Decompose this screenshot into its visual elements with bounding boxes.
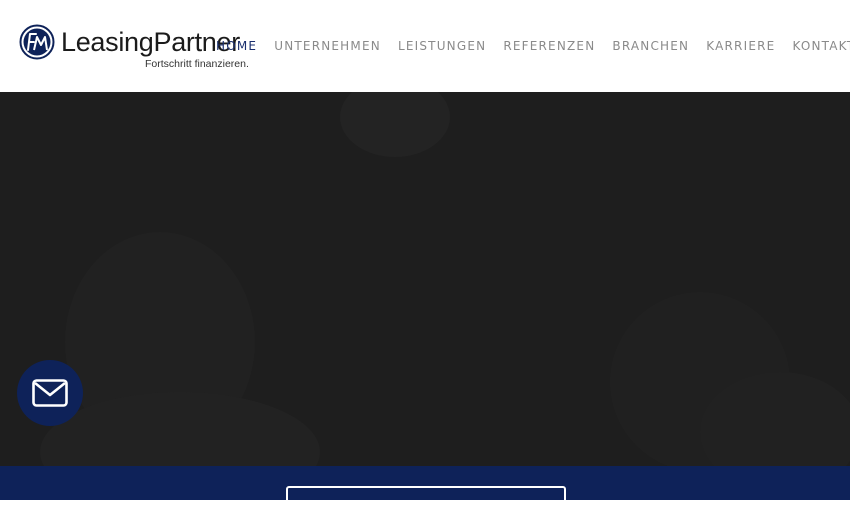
nav-item-branchen[interactable]: BRANCHEN bbox=[612, 39, 689, 53]
main-navigation: HOME UNTERNEHMEN LEISTUNGEN REFERENZEN B… bbox=[216, 38, 850, 54]
hero-section bbox=[0, 92, 850, 466]
nav-item-unternehmen[interactable]: UNTERNEHMEN bbox=[274, 39, 381, 53]
hero-background-image bbox=[0, 92, 850, 466]
logo-mark-icon bbox=[19, 24, 55, 60]
nav-item-karriere[interactable]: KARRIERE bbox=[706, 39, 775, 53]
nav-item-leistungen[interactable]: LEISTUNGEN bbox=[398, 39, 486, 53]
cta-button[interactable] bbox=[286, 486, 566, 520]
contact-mail-button[interactable] bbox=[17, 360, 83, 426]
brand-tagline: Fortschritt finanzieren. bbox=[145, 58, 249, 70]
brand-name: LeasingPartner bbox=[61, 27, 240, 57]
site-header: LeasingPartner Fortschritt finanzieren. … bbox=[0, 0, 850, 92]
nav-item-home[interactable]: HOME bbox=[216, 39, 257, 53]
nav-item-kontakt[interactable]: KONTAKT bbox=[792, 39, 850, 53]
nav-item-referenzen[interactable]: REFERENZEN bbox=[503, 39, 595, 53]
mail-icon bbox=[32, 379, 68, 407]
cta-band bbox=[0, 466, 850, 520]
